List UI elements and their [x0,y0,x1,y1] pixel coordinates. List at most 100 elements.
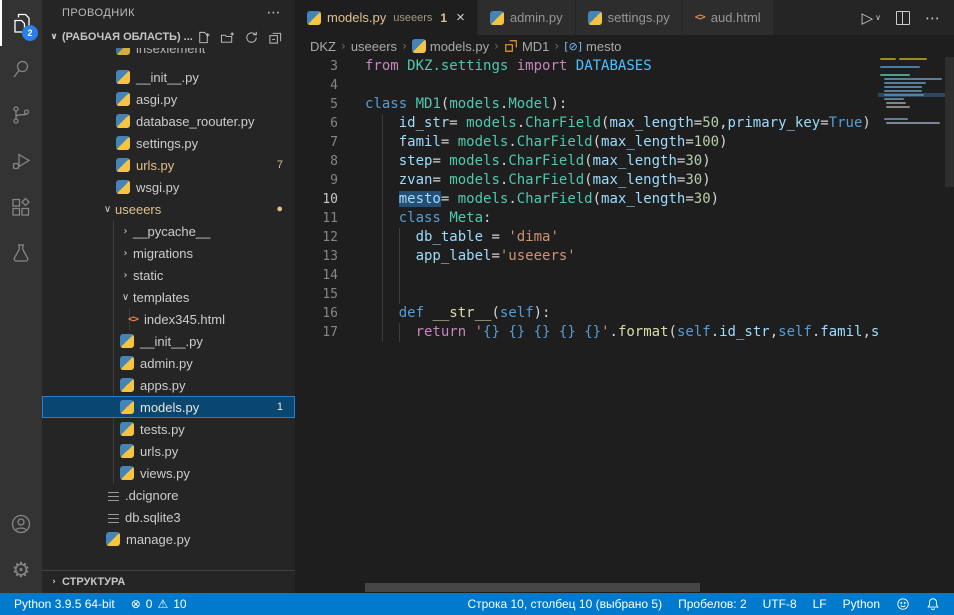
tab-admin.py[interactable]: admin.py [478,0,575,35]
breadcrumb-item-DKZ[interactable]: DKZ [310,39,336,54]
activity-extensions[interactable] [0,184,42,230]
tree-item-wsgi.py[interactable]: wsgi.py [42,176,295,198]
tree-item-asgi.py[interactable]: asgi.py [42,88,295,110]
status-indentation[interactable]: Пробелов: 2 [670,593,755,615]
breadcrumb-item-useeers[interactable]: useeers [351,39,397,54]
status-encoding[interactable]: UTF-8 [755,593,805,615]
python-icon [120,422,134,436]
more-actions-icon[interactable]: ⋯ [925,9,940,27]
run-dropdown-chevron-icon[interactable]: ∨ [875,13,881,22]
breadcrumb-item-models.py[interactable]: models.py [412,39,489,54]
tab-label: aud.html [711,10,761,25]
activity-run-debug[interactable] [0,138,42,184]
status-eol[interactable]: LF [805,593,835,615]
tree-item-badge: ● [276,203,283,215]
line-content: from DKZ.settings import DATABASES [338,57,652,76]
tree-item-manage.py[interactable]: manage.py [42,528,295,550]
run-python-file-button[interactable]: ▷ ∨ [862,9,881,27]
tab-models.py[interactable]: models.pyuseeers1× [295,0,477,35]
tree-item-label: static [133,268,163,283]
tree-item-insexlement[interactable]: insexlement [42,48,295,66]
code-line-3[interactable]: 3from DKZ.settings import DATABASES [295,57,878,76]
refresh-icon[interactable] [244,30,259,45]
line-content: db_table = 'dima' [338,228,559,247]
tree-item-models.py[interactable]: models.py1 [42,396,295,418]
vscode-window: 2 [0,0,954,615]
tree-item-.dcignore[interactable]: .dcignore [42,484,295,506]
outline-section-header[interactable]: › СТРУКТУРА [42,570,295,593]
split-editor-icon[interactable] [896,11,910,25]
problem-count: 10 [173,597,186,611]
tree-item-migrations[interactable]: ›migrations [42,242,295,264]
status-python-interpreter[interactable]: Python 3.9.5 64-bit [6,593,123,615]
tree-item-urls.py[interactable]: urls.py [42,440,295,462]
minimap[interactable] [878,57,945,593]
tree-item-db.sqlite3[interactable]: db.sqlite3 [42,506,295,528]
tree-item-index345.html[interactable]: <>index345.html [42,308,295,330]
code-line-8[interactable]: 8 step= models.CharField(max_length=30) [295,152,878,171]
code-line-14[interactable]: 14 [295,266,878,285]
indent-guide [399,247,400,266]
tree-item-urls.py[interactable]: urls.py7 [42,154,295,176]
code-line-13[interactable]: 13 app_label='useeers' [295,247,878,266]
tree-item-label: index345.html [144,312,225,327]
code-line-7[interactable]: 7 famil= models.CharField(max_length=100… [295,133,878,152]
activity-search[interactable] [0,46,42,92]
tree-item-views.py[interactable]: views.py [42,462,295,484]
tab-settings.py[interactable]: settings.py [576,0,682,35]
breadcrumb-item-MD1[interactable]: MD1 [504,39,549,54]
code-editor[interactable]: 3from DKZ.settings import DATABASES45cla… [295,57,878,593]
new-file-icon[interactable] [196,30,211,45]
tree-item-database_roouter.py[interactable]: database_roouter.py [42,110,295,132]
code-line-10[interactable]: 10 mesto= models.CharField(max_length=30… [295,190,878,209]
vertical-scrollbar[interactable] [945,57,954,187]
workspace-section-header[interactable]: ∨ (РАБОЧАЯ ОБЛАСТЬ) ... [42,26,295,48]
line-number: 16 [295,304,338,323]
code-line-9[interactable]: 9 zvan= models.CharField(max_length=30) [295,171,878,190]
status-language-mode[interactable]: Python [835,593,888,615]
indent-guide [399,285,400,304]
tree-item-templates[interactable]: ∨templates [42,286,295,308]
code-line-5[interactable]: 5class MD1(models.Model): [295,95,878,114]
tree-item-__pycache__[interactable]: ›__pycache__ [42,220,295,242]
breadcrumb-item-mesto[interactable]: [⊘]mesto [564,39,621,54]
code-line-4[interactable]: 4 [295,76,878,95]
activity-settings[interactable]: ⚙ [0,547,42,593]
tree-item-__init__.py[interactable]: __init__.py [42,330,295,352]
horizontal-scrollbar[interactable] [365,583,700,592]
tree-item-settings.py[interactable]: settings.py [42,132,295,154]
breadcrumb-label: useeers [351,39,397,54]
tab-aud.html[interactable]: <>aud.html [683,0,773,35]
collapse-all-icon[interactable] [268,30,283,45]
tab-close-icon[interactable]: × [456,10,465,25]
code-line-16[interactable]: 16 def __str__(self): [295,304,878,323]
tab-label: admin.py [510,10,563,25]
explorer-more-actions[interactable]: ⋯ [267,5,282,21]
status-problems[interactable]: ⊗0⚠10 [123,593,195,615]
status-label: UTF-8 [763,597,797,611]
status-cursor-position[interactable]: Строка 10, столбец 10 (выбрано 5) [459,593,670,615]
tree-item-__init__.py[interactable]: __init__.py [42,66,295,88]
activity-source-control[interactable] [0,92,42,138]
activity-account[interactable] [0,501,42,547]
activity-testing[interactable] [0,230,42,276]
tree-item-apps.py[interactable]: apps.py [42,374,295,396]
minimap-line [899,58,927,60]
python-icon [120,334,134,348]
minimap-line [884,82,926,84]
code-line-12[interactable]: 12 db_table = 'dima' [295,228,878,247]
code-line-6[interactable]: 6 id_str= models.CharField(max_length=50… [295,114,878,133]
status-feedback[interactable] [888,593,918,615]
tree-item-static[interactable]: ›static [42,264,295,286]
code-line-11[interactable]: 11 class Meta: [295,209,878,228]
code-line-15[interactable]: 15 [295,285,878,304]
tree-item-admin.py[interactable]: admin.py [42,352,295,374]
tree-item-tests.py[interactable]: tests.py [42,418,295,440]
new-folder-icon[interactable] [220,30,235,45]
status-notifications[interactable] [918,593,948,615]
activity-explorer[interactable]: 2 [0,0,42,46]
line-number: 15 [295,285,338,304]
tree-item-useeers[interactable]: ∨useeers● [42,198,295,220]
line-content: app_label='useeers' [338,247,576,266]
code-line-17[interactable]: 17 return '{} {} {} {} {}'.format(self.i… [295,323,878,342]
